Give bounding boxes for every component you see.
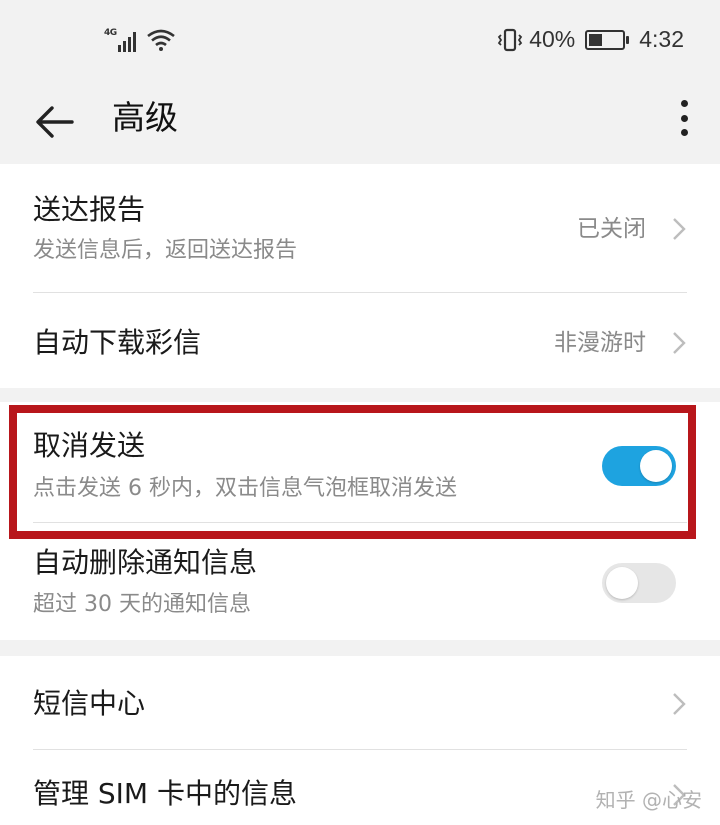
delivery-report-label: 送达报告 [33, 193, 146, 226]
watermark: 知乎 @心安 [595, 788, 702, 812]
auto-delete-notifications-toggle[interactable] [602, 563, 676, 603]
sms-center-row[interactable]: 短信中心 [0, 656, 720, 749]
highlight-box [9, 405, 696, 539]
delivery-report-value: 已关闭 [577, 216, 646, 242]
status-right-group: 40% 4:32 [497, 26, 684, 53]
chevron-right-icon [673, 693, 686, 715]
chevron-right-icon [673, 332, 686, 354]
manage-sim-messages-label: 管理 SIM 卡中的信息 [33, 777, 297, 810]
status-bar: 4G 40% 4:32 [0, 0, 720, 80]
page-title: 高级 [112, 98, 178, 137]
more-vert-icon[interactable] [674, 94, 694, 142]
settings-card-delivery: 送达报告 发送信息后，返回送达报告 已关闭 自动下载彩信 非漫游时 [0, 164, 720, 388]
network-type: 4G [104, 28, 117, 38]
vibrate-icon [498, 28, 523, 51]
wifi-icon [147, 29, 175, 51]
auto-download-mms-value: 非漫游时 [554, 330, 646, 356]
app-bar: 高级 [0, 80, 720, 164]
signal-icon [118, 30, 136, 52]
chevron-right-icon [673, 218, 686, 240]
auto-delete-notifications-subtitle: 超过 30 天的通知信息 [33, 592, 251, 617]
delivery-report-row[interactable]: 送达报告 发送信息后，返回送达报告 已关闭 [0, 164, 720, 292]
auto-download-mms-label: 自动下载彩信 [33, 326, 202, 359]
battery-icon [585, 29, 630, 50]
auto-download-mms-row[interactable]: 自动下载彩信 非漫游时 [0, 293, 720, 388]
sms-center-label: 短信中心 [33, 687, 146, 720]
delivery-report-subtitle: 发送信息后，返回送达报告 [33, 238, 298, 263]
auto-delete-notifications-label: 自动删除通知信息 [33, 546, 258, 579]
back-arrow-icon[interactable] [30, 96, 82, 148]
clock: 4:32 [639, 26, 684, 52]
auto-delete-notifications-row: 自动删除通知信息 超过 30 天的通知信息 [0, 523, 720, 640]
battery-percent: 40% [529, 26, 576, 52]
